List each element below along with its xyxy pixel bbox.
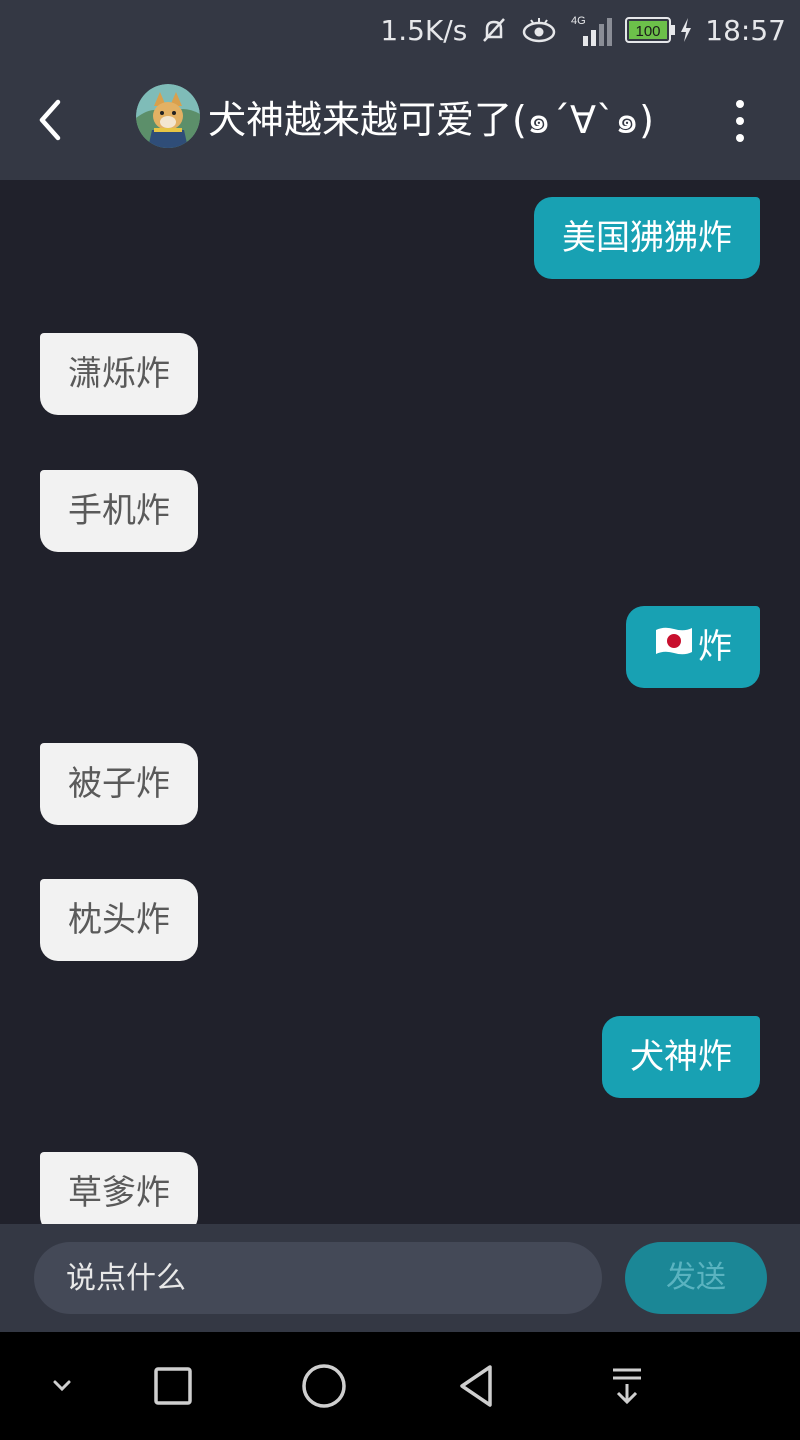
message-list[interactable]: 美国狒狒炸 潇烁炸 手机炸 炸 被子炸 枕头炸 犬神炸 草爹炸	[0, 180, 800, 1224]
recents-button[interactable]	[143, 1356, 203, 1416]
home-button[interactable]	[294, 1356, 354, 1416]
charging-icon	[679, 16, 693, 44]
japan-flag-icon	[654, 605, 694, 687]
collapse-icon	[53, 1380, 71, 1392]
avatar[interactable]	[136, 84, 200, 148]
status-icons: 1.5K/s 4G 100 18:57	[380, 10, 786, 50]
message-bubble-incoming[interactable]: 手机炸	[40, 470, 198, 552]
chat-title: 犬神越来越可爱了(๑´∀`๑)	[208, 98, 654, 142]
recents-icon	[154, 1367, 192, 1405]
message-bubble-outgoing[interactable]: 犬神炸	[602, 1016, 760, 1098]
back-icon	[460, 1365, 492, 1407]
chat-header: 犬神越来越可爱了(๑´∀`๑)	[0, 60, 800, 180]
mute-icon	[479, 15, 509, 45]
system-nav-bar	[0, 1332, 800, 1440]
chevron-left-icon	[39, 99, 61, 141]
message-bubble-incoming[interactable]: 草爹炸	[40, 1152, 198, 1224]
nav-back-button[interactable]	[446, 1356, 506, 1416]
battery-icon: 100	[625, 16, 677, 44]
more-options-button[interactable]	[720, 96, 760, 146]
notification-pull-button[interactable]	[597, 1356, 657, 1416]
signal-icon: 4G	[569, 12, 613, 48]
message-bubble-outgoing[interactable]: 美国狒狒炸	[534, 197, 760, 279]
message-bubble-incoming[interactable]: 潇烁炸	[40, 333, 198, 415]
network-speed: 1.5K/s	[380, 13, 468, 47]
home-icon	[302, 1364, 346, 1408]
network-type-label: 4G	[571, 15, 586, 27]
clock: 18:57	[705, 13, 786, 47]
battery-level: 100	[636, 23, 661, 40]
eye-icon	[521, 15, 557, 45]
collapse-button[interactable]	[32, 1356, 92, 1416]
message-bubble-outgoing[interactable]: 炸	[626, 606, 760, 688]
message-bubble-incoming[interactable]: 枕头炸	[40, 879, 198, 961]
message-bubble-incoming[interactable]: 被子炸	[40, 743, 198, 825]
notification-pull-icon	[613, 1368, 641, 1405]
composer-bar: 发送	[0, 1224, 800, 1332]
more-vertical-icon	[736, 100, 744, 108]
back-button[interactable]	[24, 92, 74, 148]
status-bar: 1.5K/s 4G 100 18:57	[0, 0, 800, 60]
message-input[interactable]	[34, 1242, 602, 1314]
message-text: 炸	[698, 627, 732, 667]
send-button[interactable]: 发送	[625, 1242, 767, 1314]
